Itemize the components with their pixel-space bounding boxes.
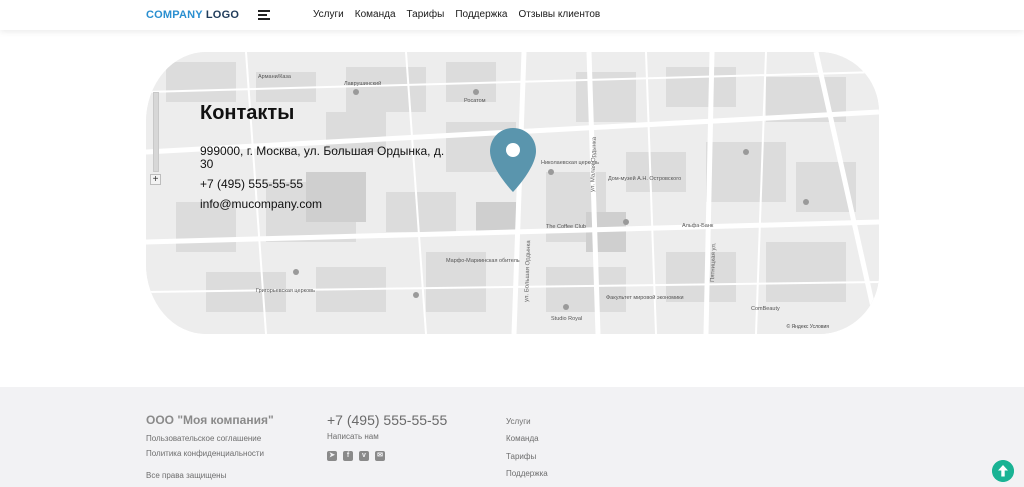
- footer-socials: ➤ f v ✉: [327, 451, 385, 461]
- nav-reviews[interactable]: Отзывы клиентов: [518, 9, 600, 20]
- map-label-marfo: Марфо-Мариинская обитель: [446, 258, 520, 264]
- nav-support[interactable]: Поддержка: [455, 9, 507, 20]
- footer-phone[interactable]: +7 (495) 555-55-55: [327, 412, 447, 428]
- nav-tariffs[interactable]: Тарифы: [407, 9, 445, 20]
- footer-company-name: ООО "Моя компания": [146, 413, 274, 427]
- vk-icon[interactable]: v: [359, 451, 369, 461]
- chat-icon[interactable]: ✉: [375, 451, 385, 461]
- contacts-address: 999000, г. Москва, ул. Большая Ордынка, …: [200, 144, 445, 171]
- contacts-email[interactable]: info@mucompany.com: [200, 198, 445, 211]
- telegram-icon[interactable]: ➤: [327, 451, 337, 461]
- footer-nav-services[interactable]: Услуги: [506, 417, 531, 426]
- footer-nav-support[interactable]: Поддержка: [506, 469, 548, 478]
- map-label-armani: Армани/Каза: [258, 74, 292, 80]
- map-label-alfa-bank: Альфа-Банк: [682, 223, 714, 229]
- map-label-lavrushinsky: Лаврушинский: [344, 80, 381, 87]
- zoom-slider[interactable]: [152, 92, 159, 172]
- map-label-rosatom: Росатом: [464, 98, 486, 104]
- nav-services[interactable]: Услуги: [313, 9, 344, 20]
- footer-nav-tariffs[interactable]: Тарифы: [506, 452, 536, 461]
- scroll-up-icon[interactable]: [992, 460, 1014, 482]
- logo-word-logo: LOGO: [205, 9, 240, 21]
- map-copyright[interactable]: © Яндекс Условия: [786, 324, 829, 330]
- footer-privacy-link[interactable]: Политика конфиденциальности: [146, 449, 264, 458]
- menu-icon[interactable]: [258, 10, 270, 20]
- company-logo[interactable]: COMPANY LOGO: [146, 9, 239, 21]
- map-zoom-control[interactable]: +: [150, 92, 161, 185]
- main-nav: Услуги Команда Тарифы Поддержка Отзывы к…: [313, 9, 600, 20]
- map-label-coffee-club: The Coffee Club: [546, 224, 586, 230]
- contacts-map[interactable]: Лаврушинский Росатом Армани/Каза Николае…: [146, 52, 879, 334]
- map-label-ostrovsky-museum: Дом-музей А.Н. Островского: [608, 175, 681, 182]
- map-label-economy-faculty: Факультет мировой экономики: [606, 294, 684, 301]
- zoom-in-icon[interactable]: +: [150, 174, 161, 185]
- footer-nav-team[interactable]: Команда: [506, 434, 539, 443]
- contacts-phone[interactable]: +7 (495) 555-55-55: [200, 178, 445, 191]
- nav-team[interactable]: Команда: [355, 9, 396, 20]
- map-pin-icon[interactable]: [489, 126, 537, 194]
- contacts-title: Контакты: [200, 102, 295, 124]
- site-footer: ООО "Моя компания" Пользовательское согл…: [0, 387, 1024, 487]
- map-label-combeauty: ComBeauty: [751, 306, 780, 312]
- contacts-block: Контакты 999000, г. Москва, ул. Большая …: [200, 102, 445, 218]
- facebook-icon[interactable]: f: [343, 451, 353, 461]
- site-header: COMPANY LOGO Услуги Команда Тарифы Подде…: [0, 0, 1024, 30]
- footer-agreement-link[interactable]: Пользовательское соглашение: [146, 434, 261, 443]
- logo-word-company: COMPANY: [146, 9, 203, 21]
- map-label-grigorievskaya: Григорьевская церковь: [256, 288, 315, 294]
- map-label-studio-royal: Studio Royal: [551, 316, 582, 322]
- footer-write-us-link[interactable]: Написать нам: [327, 432, 379, 441]
- footer-rights: Все права защищены: [146, 471, 227, 480]
